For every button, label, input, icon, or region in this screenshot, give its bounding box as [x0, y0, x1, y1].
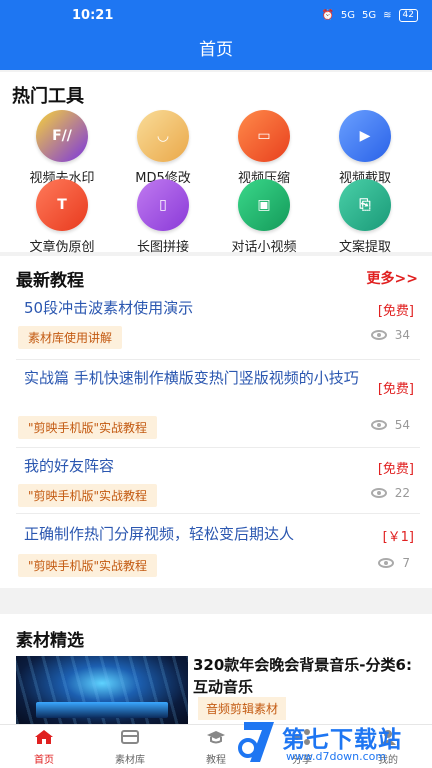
view-count-value: 34 — [394, 328, 410, 342]
tutorial-icon — [207, 731, 225, 744]
tool-label: 文章伪原创 — [29, 240, 95, 255]
wifi-icon: ≋ — [383, 9, 392, 21]
tool-long-image-stitch[interactable]: ▯ 长图拼接 — [111, 179, 215, 255]
thumbnail-stage — [36, 702, 168, 718]
tab-home[interactable]: 首页 — [14, 729, 74, 766]
tool-article-rewrite[interactable]: T 文章伪原创 — [10, 179, 114, 255]
home-icon — [35, 730, 53, 744]
site-logo-icon — [238, 722, 274, 762]
eye-icon — [370, 488, 387, 498]
tool-text-extract[interactable]: ⎘ 文案提取 — [313, 179, 417, 255]
chat-video-icon: ▣ — [238, 179, 290, 231]
tutorial-title: 我的好友阵容 — [24, 457, 115, 475]
view-count: 54 — [370, 418, 410, 432]
view-count-value: 22 — [394, 486, 410, 500]
tutorial-item[interactable]: 50段冲击波素材使用演示 [免费] 素材库使用讲解 34 — [16, 292, 420, 360]
view-count: 34 — [370, 328, 410, 342]
status-icons: ⏰ 5G 5G ≋ 42 — [321, 8, 418, 22]
status-bar: 10:21 ⏰ 5G 5G ≋ 42 — [0, 0, 432, 30]
view-count-value: 7 — [402, 556, 410, 570]
tool-video-clip[interactable]: ▶ 视频截取 — [313, 110, 417, 186]
battery-icon: 42 — [398, 8, 418, 22]
watermark-brand: 第七下载站 — [282, 727, 402, 753]
compress-icon: ▭ — [238, 110, 290, 162]
material-title[interactable]: 320款年会晚会背景音乐-分类6: 互动音乐 — [193, 654, 423, 698]
section-title: 最新教程 — [16, 271, 84, 291]
alarm-icon: ⏰ — [321, 9, 334, 21]
more-link[interactable]: 更多>> — [367, 268, 418, 288]
tool-video-watermark-remove[interactable]: F// 视频去水印 — [10, 110, 114, 186]
eye-icon — [370, 420, 387, 430]
tool-chat-video[interactable]: ▣ 对话小视频 — [212, 179, 316, 255]
tutorial-title: 50段冲击波素材使用演示 — [24, 299, 194, 317]
price-label: [￥1] — [382, 530, 414, 545]
article-icon: T — [36, 179, 88, 231]
tutorial-item[interactable]: 正确制作热门分屏视频，轻松变后期达人 [￥1] "剪映手机版"实战教程 7 — [16, 514, 420, 586]
tutorial-tag: 素材库使用讲解 — [18, 326, 123, 349]
page-title: 首页 — [199, 40, 233, 60]
price-label: [免费] — [377, 382, 414, 397]
view-count: 22 — [370, 486, 410, 500]
price-label: [免费] — [377, 462, 414, 477]
tab-library[interactable]: 素材库 — [100, 729, 160, 766]
tutorial-tag: "剪映手机版"实战教程 — [18, 416, 158, 439]
top-header: 10:21 ⏰ 5G 5G ≋ 42 首页 — [0, 0, 432, 70]
tutorial-title: 正确制作热门分屏视频，轻松变后期达人 — [24, 525, 295, 543]
tool-video-compress[interactable]: ▭ 视频压缩 — [212, 110, 316, 186]
tab-label: 首页 — [34, 755, 54, 766]
library-icon — [121, 730, 139, 744]
tutorial-item[interactable]: 实战篇 手机快速制作横版变热门竖版视频的小技巧 [免费] "剪映手机版"实战教程… — [16, 360, 420, 448]
section-title: 素材精选 — [16, 631, 84, 651]
tool-md5-modify[interactable]: ◡ MD5修改 — [111, 110, 215, 186]
eye-icon — [378, 558, 395, 568]
signal-icon-2: 5G — [362, 9, 377, 21]
watermark-remove-icon: F// — [36, 110, 88, 162]
tutorial-item[interactable]: 我的好友阵容 [免费] "剪映手机版"实战教程 22 — [16, 448, 420, 514]
featured-materials-section: 素材精选 320款年会晚会背景音乐-分类6: 互动音乐 音频剪辑素材 — [0, 614, 432, 724]
hot-tools-section: 热门工具 F// 视频去水印 ◡ MD5修改 ▭ 视频压缩 ▶ 视频截取 T 文… — [0, 72, 432, 255]
material-thumbnail[interactable] — [16, 656, 188, 724]
video-clip-icon: ▶ — [339, 110, 391, 162]
eye-icon — [370, 330, 387, 340]
tool-label: 长图拼接 — [136, 240, 189, 255]
tutorial-tag: "剪映手机版"实战教程 — [18, 484, 158, 507]
tool-label: 对话小视频 — [231, 240, 297, 255]
latest-tutorials-section: 最新教程 更多>> 50段冲击波素材使用演示 [免费] 素材库使用讲解 34 实… — [0, 256, 432, 588]
signal-icon: 5G — [340, 9, 356, 21]
section-title: 热门工具 — [12, 86, 84, 107]
watermark-url: www.d7down.com — [286, 750, 387, 763]
view-count: 7 — [378, 556, 410, 570]
book-icon: ▯ — [137, 179, 189, 231]
tool-label: 文案提取 — [338, 240, 391, 255]
site-watermark: 第七下载站 www.d7down.com — [230, 714, 432, 768]
text-extract-icon: ⎘ — [339, 179, 391, 231]
tab-label: 素材库 — [115, 755, 145, 766]
tutorial-tag: "剪映手机版"实战教程 — [18, 554, 158, 577]
status-time: 10:21 — [72, 7, 114, 23]
view-count-value: 54 — [394, 418, 410, 432]
tutorial-title: 实战篇 手机快速制作横版变热门竖版视频的小技巧 — [24, 369, 359, 387]
md5-face-icon: ◡ — [137, 110, 189, 162]
price-label: [免费] — [377, 304, 414, 319]
